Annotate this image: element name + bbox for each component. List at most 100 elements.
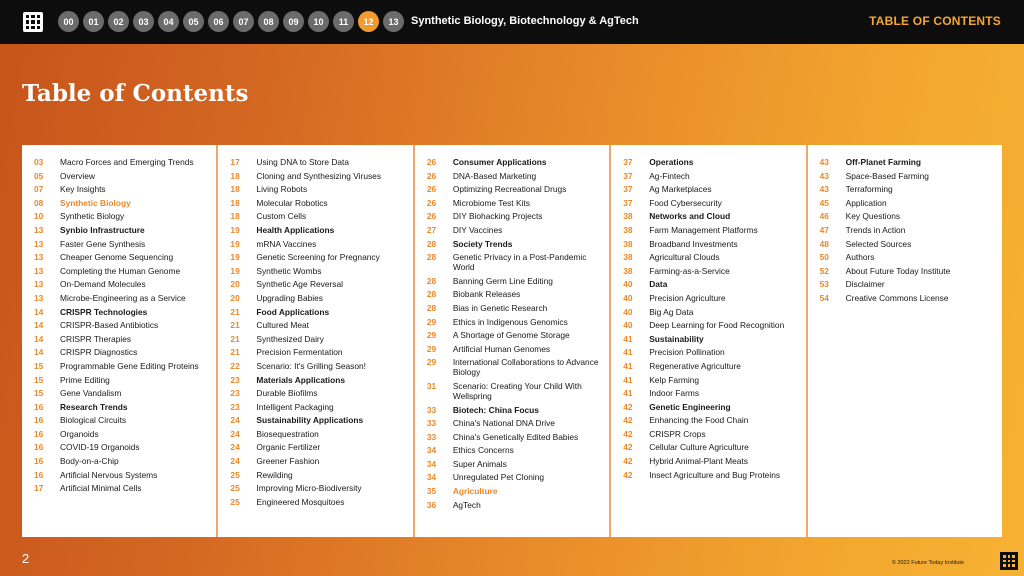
- toc-entry[interactable]: 19 mRNA Vaccines: [230, 239, 404, 249]
- toc-entry[interactable]: 42 Hybrid Animal-Plant Meats: [623, 456, 797, 466]
- toc-entry[interactable]: 23 Durable Biofilms: [230, 388, 404, 398]
- toc-entry[interactable]: 33 China's Genetically Edited Babies: [427, 432, 601, 442]
- toc-entry[interactable]: 16 Body-on-a-Chip: [34, 456, 208, 466]
- toc-entry[interactable]: 25 Rewilding: [230, 470, 404, 480]
- toc-entry[interactable]: 18 Custom Cells: [230, 211, 404, 221]
- toc-entry[interactable]: 50 Authors: [820, 252, 994, 262]
- toc-entry[interactable]: 24 Greener Fashion: [230, 456, 404, 466]
- chapter-tab-10[interactable]: 10: [308, 11, 329, 32]
- chapter-tab-08[interactable]: 08: [258, 11, 279, 32]
- toc-entry[interactable]: 43 Terraforming: [820, 184, 994, 194]
- toc-entry[interactable]: 38 Agricultural Clouds: [623, 252, 797, 262]
- toc-entry[interactable]: 28 Society Trends: [427, 239, 601, 249]
- chapter-tab-12[interactable]: 12: [358, 11, 379, 32]
- toc-entry[interactable]: 18 Cloning and Synthesizing Viruses: [230, 171, 404, 181]
- toc-entry[interactable]: 13 Cheaper Genome Sequencing: [34, 252, 208, 262]
- toc-entry[interactable]: 26 Consumer Applications: [427, 157, 601, 167]
- toc-entry[interactable]: 13 Completing the Human Genome: [34, 266, 208, 276]
- toc-entry[interactable]: 37 Ag-Fintech: [623, 171, 797, 181]
- toc-entry[interactable]: 38 Farming-as-a-Service: [623, 266, 797, 276]
- chapter-tab-04[interactable]: 04: [158, 11, 179, 32]
- toc-entry[interactable]: 47 Trends in Action: [820, 225, 994, 235]
- toc-entry[interactable]: 14 CRISPR Technologies: [34, 307, 208, 317]
- toc-entry[interactable]: 40 Big Ag Data: [623, 307, 797, 317]
- toc-entry[interactable]: 03 Macro Forces and Emerging Trends: [34, 157, 208, 167]
- toc-entry[interactable]: 29 Artificial Human Genomes: [427, 344, 601, 354]
- toc-entry[interactable]: 20 Synthetic Age Reversal: [230, 279, 404, 289]
- toc-entry[interactable]: 41 Precision Pollination: [623, 347, 797, 357]
- toc-entry[interactable]: 28 Banning Germ Line Editing: [427, 276, 601, 286]
- toc-entry[interactable]: 42 Insect Agriculture and Bug Proteins: [623, 470, 797, 480]
- toc-entry[interactable]: 05 Overview: [34, 171, 208, 181]
- toc-entry[interactable]: 38 Networks and Cloud: [623, 211, 797, 221]
- chapter-tab-11[interactable]: 11: [333, 11, 354, 32]
- toc-entry[interactable]: 37 Ag Marketplaces: [623, 184, 797, 194]
- toc-entry[interactable]: 29 International Collaborations to Advanc…: [427, 357, 601, 377]
- toc-entry[interactable]: 13 On-Demand Molecules: [34, 279, 208, 289]
- toc-entry[interactable]: 26 Microbiome Test Kits: [427, 198, 601, 208]
- toc-entry[interactable]: 26 DIY Biohacking Projects: [427, 211, 601, 221]
- toc-entry[interactable]: 41 Regenerative Agriculture: [623, 361, 797, 371]
- toc-entry[interactable]: 43 Space-Based Farming: [820, 171, 994, 181]
- chapter-tab-06[interactable]: 06: [208, 11, 229, 32]
- toc-entry[interactable]: 36 AgTech: [427, 500, 601, 510]
- toc-entry[interactable]: 29 A Shortage of Genome Storage: [427, 330, 601, 340]
- toc-entry[interactable]: 42 Cellular Culture Agriculture: [623, 442, 797, 452]
- chapter-tab-02[interactable]: 02: [108, 11, 129, 32]
- toc-entry[interactable]: 16 Artificial Nervous Systems: [34, 470, 208, 480]
- toc-entry[interactable]: 25 Engineered Mosquitoes: [230, 497, 404, 507]
- toc-entry[interactable]: 08 Synthetic Biology: [34, 198, 208, 208]
- toc-entry[interactable]: 16 COVID-19 Organoids: [34, 442, 208, 452]
- toc-entry[interactable]: 33 Biotech: China Focus: [427, 405, 601, 415]
- toc-entry[interactable]: 19 Health Applications: [230, 225, 404, 235]
- toc-entry[interactable]: 33 China's National DNA Drive: [427, 418, 601, 428]
- toc-entry[interactable]: 17 Artificial Minimal Cells: [34, 483, 208, 493]
- toc-entry[interactable]: 34 Super Animals: [427, 459, 601, 469]
- toc-entry[interactable]: 28 Genetic Privacy in a Post-Pandemic Wor…: [427, 252, 601, 272]
- toc-entry[interactable]: 25 Improving Micro-Biodiversity: [230, 483, 404, 493]
- toc-entry[interactable]: 16 Biological Circuits: [34, 415, 208, 425]
- toc-entry[interactable]: 22 Scenario: It's Grilling Season!: [230, 361, 404, 371]
- toc-entry[interactable]: 23 Materials Applications: [230, 375, 404, 385]
- toc-entry[interactable]: 48 Selected Sources: [820, 239, 994, 249]
- toc-entry[interactable]: 18 Living Robots: [230, 184, 404, 194]
- chapter-tab-13[interactable]: 13: [383, 11, 404, 32]
- toc-entry[interactable]: 40 Precision Agriculture: [623, 293, 797, 303]
- toc-entry[interactable]: 21 Cultured Meat: [230, 320, 404, 330]
- toc-entry[interactable]: 37 Food Cybersecurity: [623, 198, 797, 208]
- chapter-tab-00[interactable]: 00: [58, 11, 79, 32]
- toc-entry[interactable]: 38 Broadband Investments: [623, 239, 797, 249]
- toc-entry[interactable]: 41 Kelp Farming: [623, 375, 797, 385]
- toc-entry[interactable]: 42 Enhancing the Food Chain: [623, 415, 797, 425]
- toc-entry[interactable]: 15 Gene Vandalism: [34, 388, 208, 398]
- toc-entry[interactable]: 53 Disclaimer: [820, 279, 994, 289]
- toc-entry[interactable]: 40 Deep Learning for Food Recognition: [623, 320, 797, 330]
- toc-entry[interactable]: 10 Synthetic Biology: [34, 211, 208, 221]
- toc-entry[interactable]: 15 Prime Editing: [34, 375, 208, 385]
- toc-entry[interactable]: 13 Faster Gene Synthesis: [34, 239, 208, 249]
- toc-entry[interactable]: 27 DIY Vaccines: [427, 225, 601, 235]
- toc-entry[interactable]: 19 Genetic Screening for Pregnancy: [230, 252, 404, 262]
- toc-entry[interactable]: 45 Application: [820, 198, 994, 208]
- toc-entry[interactable]: 13 Microbe-Engineering as a Service: [34, 293, 208, 303]
- toc-entry[interactable]: 24 Organic Fertilizer: [230, 442, 404, 452]
- toc-entry[interactable]: 24 Biosequestration: [230, 429, 404, 439]
- fti-logo-icon[interactable]: [23, 12, 43, 32]
- toc-entry[interactable]: 38 Farm Management Platforms: [623, 225, 797, 235]
- toc-entry[interactable]: 46 Key Questions: [820, 211, 994, 221]
- toc-entry[interactable]: 17 Using DNA to Store Data: [230, 157, 404, 167]
- toc-entry[interactable]: 41 Sustainability: [623, 334, 797, 344]
- toc-entry[interactable]: 14 CRISPR-Based Antibiotics: [34, 320, 208, 330]
- toc-entry[interactable]: 40 Data: [623, 279, 797, 289]
- chapter-tab-07[interactable]: 07: [233, 11, 254, 32]
- toc-entry[interactable]: 52 About Future Today Institute: [820, 266, 994, 276]
- toc-entry[interactable]: 43 Off-Planet Farming: [820, 157, 994, 167]
- toc-entry[interactable]: 18 Molecular Robotics: [230, 198, 404, 208]
- chapter-tab-03[interactable]: 03: [133, 11, 154, 32]
- section-label[interactable]: TABLE OF CONTENTS: [869, 14, 1001, 28]
- toc-entry[interactable]: 15 Programmable Gene Editing Proteins: [34, 361, 208, 371]
- toc-entry[interactable]: 14 CRISPR Therapies: [34, 334, 208, 344]
- toc-entry[interactable]: 21 Synthesized Dairy: [230, 334, 404, 344]
- toc-entry[interactable]: 28 Biobank Releases: [427, 289, 601, 299]
- toc-entry[interactable]: 31 Scenario: Creating Your Child With Wel…: [427, 381, 601, 401]
